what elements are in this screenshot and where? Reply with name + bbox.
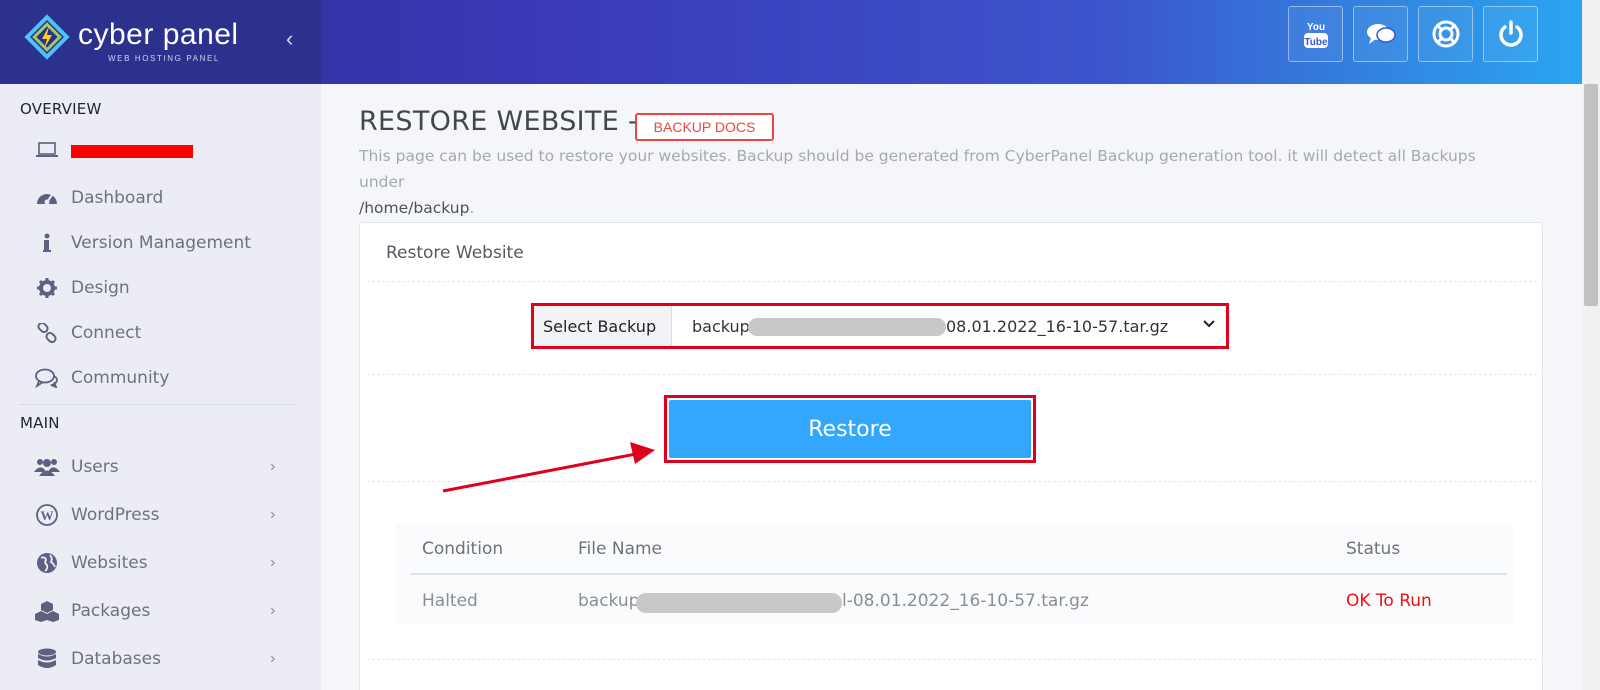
sidebar-item-label: Version Management <box>71 233 251 253</box>
support-icon[interactable] <box>1418 6 1473 62</box>
chevron-down-icon <box>1203 320 1215 328</box>
description-path: /home/backup <box>359 199 470 217</box>
svg-text:Tube: Tube <box>1304 37 1328 48</box>
divider <box>367 659 1537 660</box>
card-title: Restore Website <box>386 243 524 263</box>
sidebar-item-websites[interactable]: Websites › <box>0 545 321 581</box>
sidebar-item-users[interactable]: Users › <box>0 449 321 485</box>
sidebar-item-label: Databases <box>71 649 161 669</box>
cell-file-name-end: l-08.01.2022_16-10-57.tar.gz <box>842 591 1089 611</box>
backup-select[interactable]: backup 08.01.2022_16-10-57.tar.gz <box>672 306 1226 346</box>
select-value-start: backup <box>692 316 750 336</box>
comments-icon <box>34 365 60 391</box>
select-value-end: 08.01.2022_16-10-57.tar.gz <box>946 316 1169 336</box>
svg-text:You: You <box>1306 22 1324 33</box>
brand-area: cyber panel WEB HOSTING PANEL ‹ <box>0 0 321 84</box>
wordpress-icon: W <box>34 502 60 528</box>
laptop-icon <box>34 137 60 163</box>
youtube-icon[interactable]: You Tube <box>1288 6 1343 62</box>
cell-file-name-start: backup <box>578 591 640 611</box>
top-bar: cyber panel WEB HOSTING PANEL ‹ You Tube <box>0 0 1582 84</box>
sidebar-item-wordpress[interactable]: W WordPress › <box>0 497 321 533</box>
divider <box>367 281 1537 282</box>
brand-subtitle: WEB HOSTING PANEL <box>108 54 220 63</box>
chevron-right-icon: › <box>270 650 276 667</box>
sidebar-divider <box>18 404 296 405</box>
sidebar-item-label: Users <box>71 457 119 477</box>
redacted-blur <box>636 593 842 613</box>
sidebar-item-label: Dashboard <box>71 188 164 208</box>
column-header-status: Status <box>1346 539 1401 559</box>
restore-website-card: Restore Website Select Backup backup 08.… <box>359 222 1543 690</box>
sidebar-item-label: Connect <box>71 323 142 343</box>
backup-status-table: Condition File Name Status Halted backup… <box>396 523 1513 625</box>
chevron-right-icon: › <box>270 554 276 571</box>
sidebar-item-dashboard[interactable]: Dashboard <box>0 180 321 216</box>
svg-text:W: W <box>41 508 54 523</box>
page-scrollbar[interactable] <box>1582 0 1600 690</box>
sidebar-item-label: Design <box>71 278 130 298</box>
sidebar-item-design[interactable]: Design <box>0 270 321 306</box>
gear-icon <box>34 275 60 301</box>
sidebar-item-packages[interactable]: Packages › <box>0 593 321 629</box>
section-title-main: MAIN <box>20 414 60 432</box>
column-header-file-name: File Name <box>578 539 663 559</box>
sidebar-item-label: Community <box>71 368 170 388</box>
power-icon[interactable] <box>1483 6 1538 62</box>
chevron-right-icon: › <box>270 458 276 475</box>
users-icon <box>34 454 60 480</box>
sidebar-item-connect[interactable]: Connect <box>0 315 321 351</box>
page-description: This page can be used to restore your we… <box>359 143 1519 221</box>
divider <box>367 374 1537 375</box>
chevron-right-icon: › <box>270 506 276 523</box>
description-text: This page can be used to restore your we… <box>359 147 1476 191</box>
divider <box>367 481 1537 482</box>
link-icon <box>34 320 60 346</box>
column-header-condition: Condition <box>422 539 504 559</box>
redacted-username <box>71 145 193 158</box>
select-backup-label: Select Backup <box>534 306 672 346</box>
redacted-blur <box>748 318 946 336</box>
brand-name: cyber panel <box>78 18 239 51</box>
sidebar-item-label: Websites <box>71 553 148 573</box>
restore-button[interactable]: Restore <box>669 400 1031 458</box>
page-title: RESTORE WEBSITE - <box>359 106 638 137</box>
cubes-icon <box>34 598 60 624</box>
scrollbar-thumb[interactable] <box>1584 84 1598 306</box>
sidebar-item-label: Packages <box>71 601 151 621</box>
info-icon <box>34 230 60 256</box>
header-actions: You Tube <box>1288 6 1538 62</box>
description-end: . <box>469 199 475 217</box>
chevron-right-icon: › <box>270 602 276 619</box>
database-icon <box>34 646 60 672</box>
sidebar: OVERVIEW Dashboard Version Management De… <box>0 84 321 690</box>
sidebar-item-community[interactable]: Community <box>0 360 321 396</box>
backup-docs-link[interactable]: BACKUP DOCS <box>635 113 774 141</box>
cyberpanel-logo-icon <box>24 14 70 60</box>
globe-icon <box>34 550 60 576</box>
chat-icon[interactable] <box>1353 6 1408 62</box>
chevron-left-icon[interactable]: ‹ <box>286 26 293 52</box>
table-header-rule <box>410 573 1507 575</box>
cell-status: OK To Run <box>1346 591 1432 611</box>
section-title-overview: OVERVIEW <box>20 100 102 118</box>
dashboard-icon <box>34 185 60 211</box>
sidebar-item-databases[interactable]: Databases › <box>0 641 321 677</box>
cell-condition: Halted <box>422 591 478 611</box>
sidebar-item-label: WordPress <box>71 505 160 525</box>
select-backup-group: Select Backup backup 08.01.2022_16-10-57… <box>531 303 1229 349</box>
sidebar-item-version-management[interactable]: Version Management <box>0 225 321 261</box>
